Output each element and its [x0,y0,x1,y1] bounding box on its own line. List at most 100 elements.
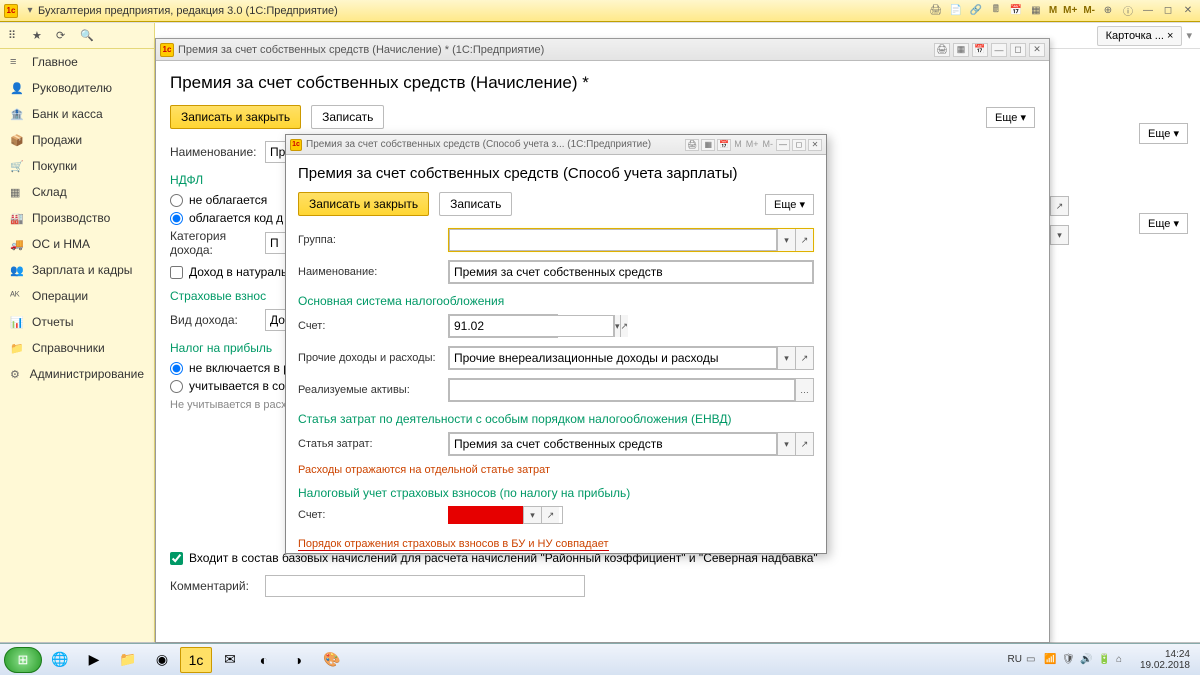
taskbar-chrome-icon[interactable]: ◉ [146,647,178,673]
sidebar-item-reports[interactable]: 📊Отчеты [0,309,154,335]
taskbar-explorer-icon[interactable]: 📁 [112,647,144,673]
grid-icon[interactable]: ▦ [953,43,969,57]
dropdown-icon[interactable]: ▾ [1050,226,1068,244]
zoom-icon[interactable]: ⊕ [1100,3,1116,19]
save-close-button[interactable]: Записать и закрыть [170,105,301,129]
sidebar-item-salary[interactable]: 👥Зарплата и кадры [0,257,154,283]
more-button-outer[interactable]: Еще ▾ [1139,123,1188,144]
m-icon[interactable]: M [1048,5,1058,16]
sidebar-item-admin[interactable]: ⚙Администрирование [0,361,154,387]
sidebar-item-bank[interactable]: 🏦Банк и касса [0,101,154,127]
taskbar-paint-icon[interactable]: 🎨 [316,647,348,673]
grid-icon[interactable]: ▦ [1028,3,1044,19]
more-button[interactable]: Еще ▾ [986,107,1035,128]
open-icon[interactable]: ↗ [795,347,813,369]
sidebar-item-sales[interactable]: 📦Продажи [0,127,154,153]
taskbar-mail-icon[interactable]: ✉ [214,647,246,673]
calc-icon[interactable]: 🖩 [988,3,1004,19]
assets-input[interactable] [449,379,795,401]
calendar-icon[interactable]: 📅 [972,43,988,57]
dropdown-icon[interactable]: ▾ [523,507,541,523]
account-input[interactable] [449,315,614,337]
doc-icon[interactable]: 📄 [948,3,964,19]
tab-card[interactable]: Карточка ... × [1097,26,1183,46]
save-close-button[interactable]: Записать и закрыть [298,192,429,216]
taskbar-app1-icon[interactable]: ◐ [248,647,280,673]
tray-flag-icon[interactable]: ▭ [1026,654,1040,665]
open-icon[interactable]: ↗ [541,507,559,523]
close-icon[interactable]: ✕ [1180,3,1196,19]
min-icon[interactable]: — [991,43,1007,57]
start-button[interactable]: ⊞ [4,647,42,673]
apps-icon[interactable]: ⠿ [8,29,22,43]
window1-titlebar[interactable]: 1c Премия за счет собственных средств (Н… [156,39,1049,61]
print-icon[interactable]: 🖨 [934,43,950,57]
other-input[interactable] [449,347,777,369]
min-icon[interactable]: — [1140,3,1156,19]
m-plus-icon[interactable]: M+ [1062,5,1078,16]
max-icon[interactable]: ◻ [1160,3,1176,19]
grid-icon[interactable]: ▦ [701,139,715,151]
m-plus-icon[interactable]: M+ [745,139,760,151]
base-checkbox[interactable] [170,552,183,565]
link-icon[interactable]: 🔗 [968,3,984,19]
sidebar-item-warehouse[interactable]: ▦Склад [0,179,154,205]
dropdown-icon[interactable]: ▾ [22,3,38,19]
calendar-icon[interactable]: 📅 [1008,3,1024,19]
sidebar-item-main[interactable]: ≡Главное [0,49,154,75]
taskbar-media-icon[interactable]: ▶ [78,647,110,673]
max-icon[interactable]: ◻ [1010,43,1026,57]
tray-shield-icon[interactable]: 🛡 [1062,654,1076,665]
open-icon[interactable]: ↗ [795,229,813,251]
section-tax-ins: Налоговый учет страховых взносов (по нал… [298,486,814,500]
sidebar-item-purchases[interactable]: 🛒Покупки [0,153,154,179]
dropdown-icon[interactable]: ▾ [777,229,795,251]
save-button[interactable]: Записать [439,192,512,216]
ellipsis-icon[interactable]: … [795,379,813,401]
taskbar-app2-icon[interactable]: ◑ [282,647,314,673]
sidebar-item-assets[interactable]: 🚚ОС и НМА [0,231,154,257]
tab-close-icon[interactable]: × [1167,30,1173,42]
history-icon[interactable]: ⟳ [56,29,70,43]
tray-misc-icon[interactable]: ⌂ [1116,654,1130,665]
dropdown-icon[interactable]: ▾ [777,433,795,455]
m-minus-icon[interactable]: M- [1082,5,1096,16]
open-icon[interactable]: ↗ [1050,197,1068,215]
taskbar-ie-icon[interactable]: 🌐 [44,647,76,673]
more-button-outer2[interactable]: Еще ▾ [1139,213,1188,234]
sidebar-item-production[interactable]: 🏭Производство [0,205,154,231]
star-icon[interactable]: ★ [32,29,46,43]
dropdown-icon[interactable]: ▾ [777,347,795,369]
comment-input[interactable] [265,575,585,597]
m-minus-icon[interactable]: M- [762,139,775,151]
more-button[interactable]: Еще ▾ [765,194,814,215]
cost-input[interactable] [449,433,777,455]
m-icon[interactable]: M [733,139,743,151]
clock[interactable]: 14:24 19.02.2018 [1134,649,1196,671]
print-icon[interactable]: 🖨 [685,139,699,151]
sidebar-item-refs[interactable]: 📁Справочники [0,335,154,361]
tab-menu-icon[interactable]: ▾ [1186,29,1192,42]
group-input[interactable] [449,229,777,251]
lang-indicator[interactable]: RU [1007,654,1021,665]
tray-net-icon[interactable]: 📶 [1044,654,1058,665]
open-icon[interactable]: ↗ [795,433,813,455]
min-icon[interactable]: — [776,139,790,151]
help-icon[interactable]: ⓘ [1120,3,1136,19]
window2-titlebar[interactable]: 1c Премия за счет собственных средств (С… [286,135,826,155]
save-button[interactable]: Записать [311,105,384,129]
sidebar-item-manager[interactable]: 👤Руководителю [0,75,154,101]
tray-battery-icon[interactable]: 🔋 [1098,654,1112,665]
max-icon[interactable]: ◻ [792,139,806,151]
sidebar-item-operations[interactable]: ᴬᴷОперации [0,283,154,309]
open-icon[interactable]: ↗ [620,315,629,337]
close-icon[interactable]: ✕ [1029,43,1045,57]
close-icon[interactable]: ✕ [808,139,822,151]
taskbar-1c-icon[interactable]: 1c [180,647,212,673]
name-input[interactable] [449,261,813,283]
tray-sound-icon[interactable]: 🔊 [1080,654,1094,665]
ops-icon: ᴬᴷ [10,290,24,302]
print-icon[interactable]: 🖨 [928,3,944,19]
search-icon[interactable]: 🔍 [80,29,94,43]
calendar-icon[interactable]: 📅 [717,139,731,151]
